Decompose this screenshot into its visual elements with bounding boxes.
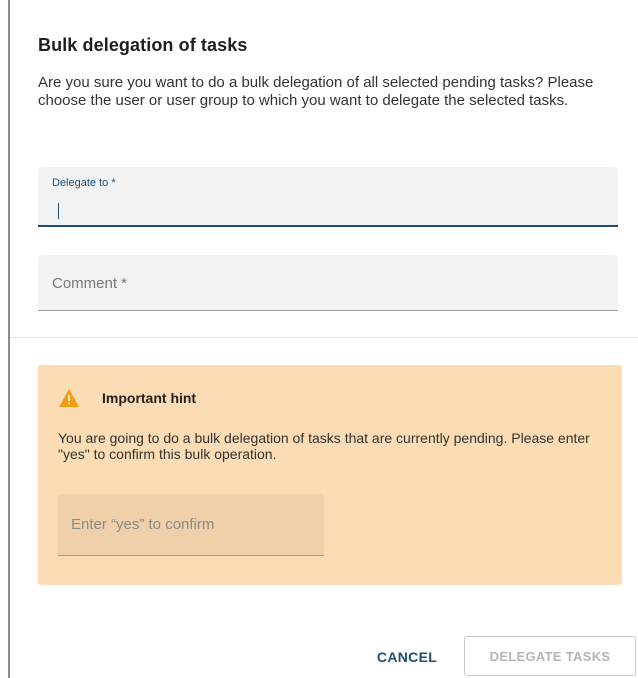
warning-icon bbox=[59, 389, 79, 407]
hint-title: Important hint bbox=[102, 390, 197, 406]
confirm-yes-field[interactable]: Enter “yes” to confirm bbox=[58, 494, 328, 557]
cancel-button[interactable]: CANCEL bbox=[362, 636, 452, 676]
delegate-tasks-button[interactable]: DELEGATE TASKS bbox=[464, 636, 636, 676]
dialog-title: Bulk delegation of tasks bbox=[38, 35, 248, 55]
delegate-to-input[interactable] bbox=[38, 167, 622, 227]
bulk-delegation-dialog: Bulk delegation of tasks Are you sure yo… bbox=[10, 0, 638, 678]
confirm-yes-input[interactable] bbox=[58, 494, 328, 557]
comment-input[interactable] bbox=[38, 255, 622, 312]
important-hint-panel: Important hint You are going to do a bul… bbox=[38, 365, 622, 585]
hint-text: You are going to do a bulk delegation of… bbox=[58, 430, 590, 462]
section-divider bbox=[10, 337, 638, 338]
dialog-message: Are you sure you want to do a bulk deleg… bbox=[38, 74, 594, 109]
comment-field[interactable]: Comment * bbox=[38, 255, 622, 312]
delegate-to-field[interactable]: Delegate to * bbox=[38, 167, 622, 227]
